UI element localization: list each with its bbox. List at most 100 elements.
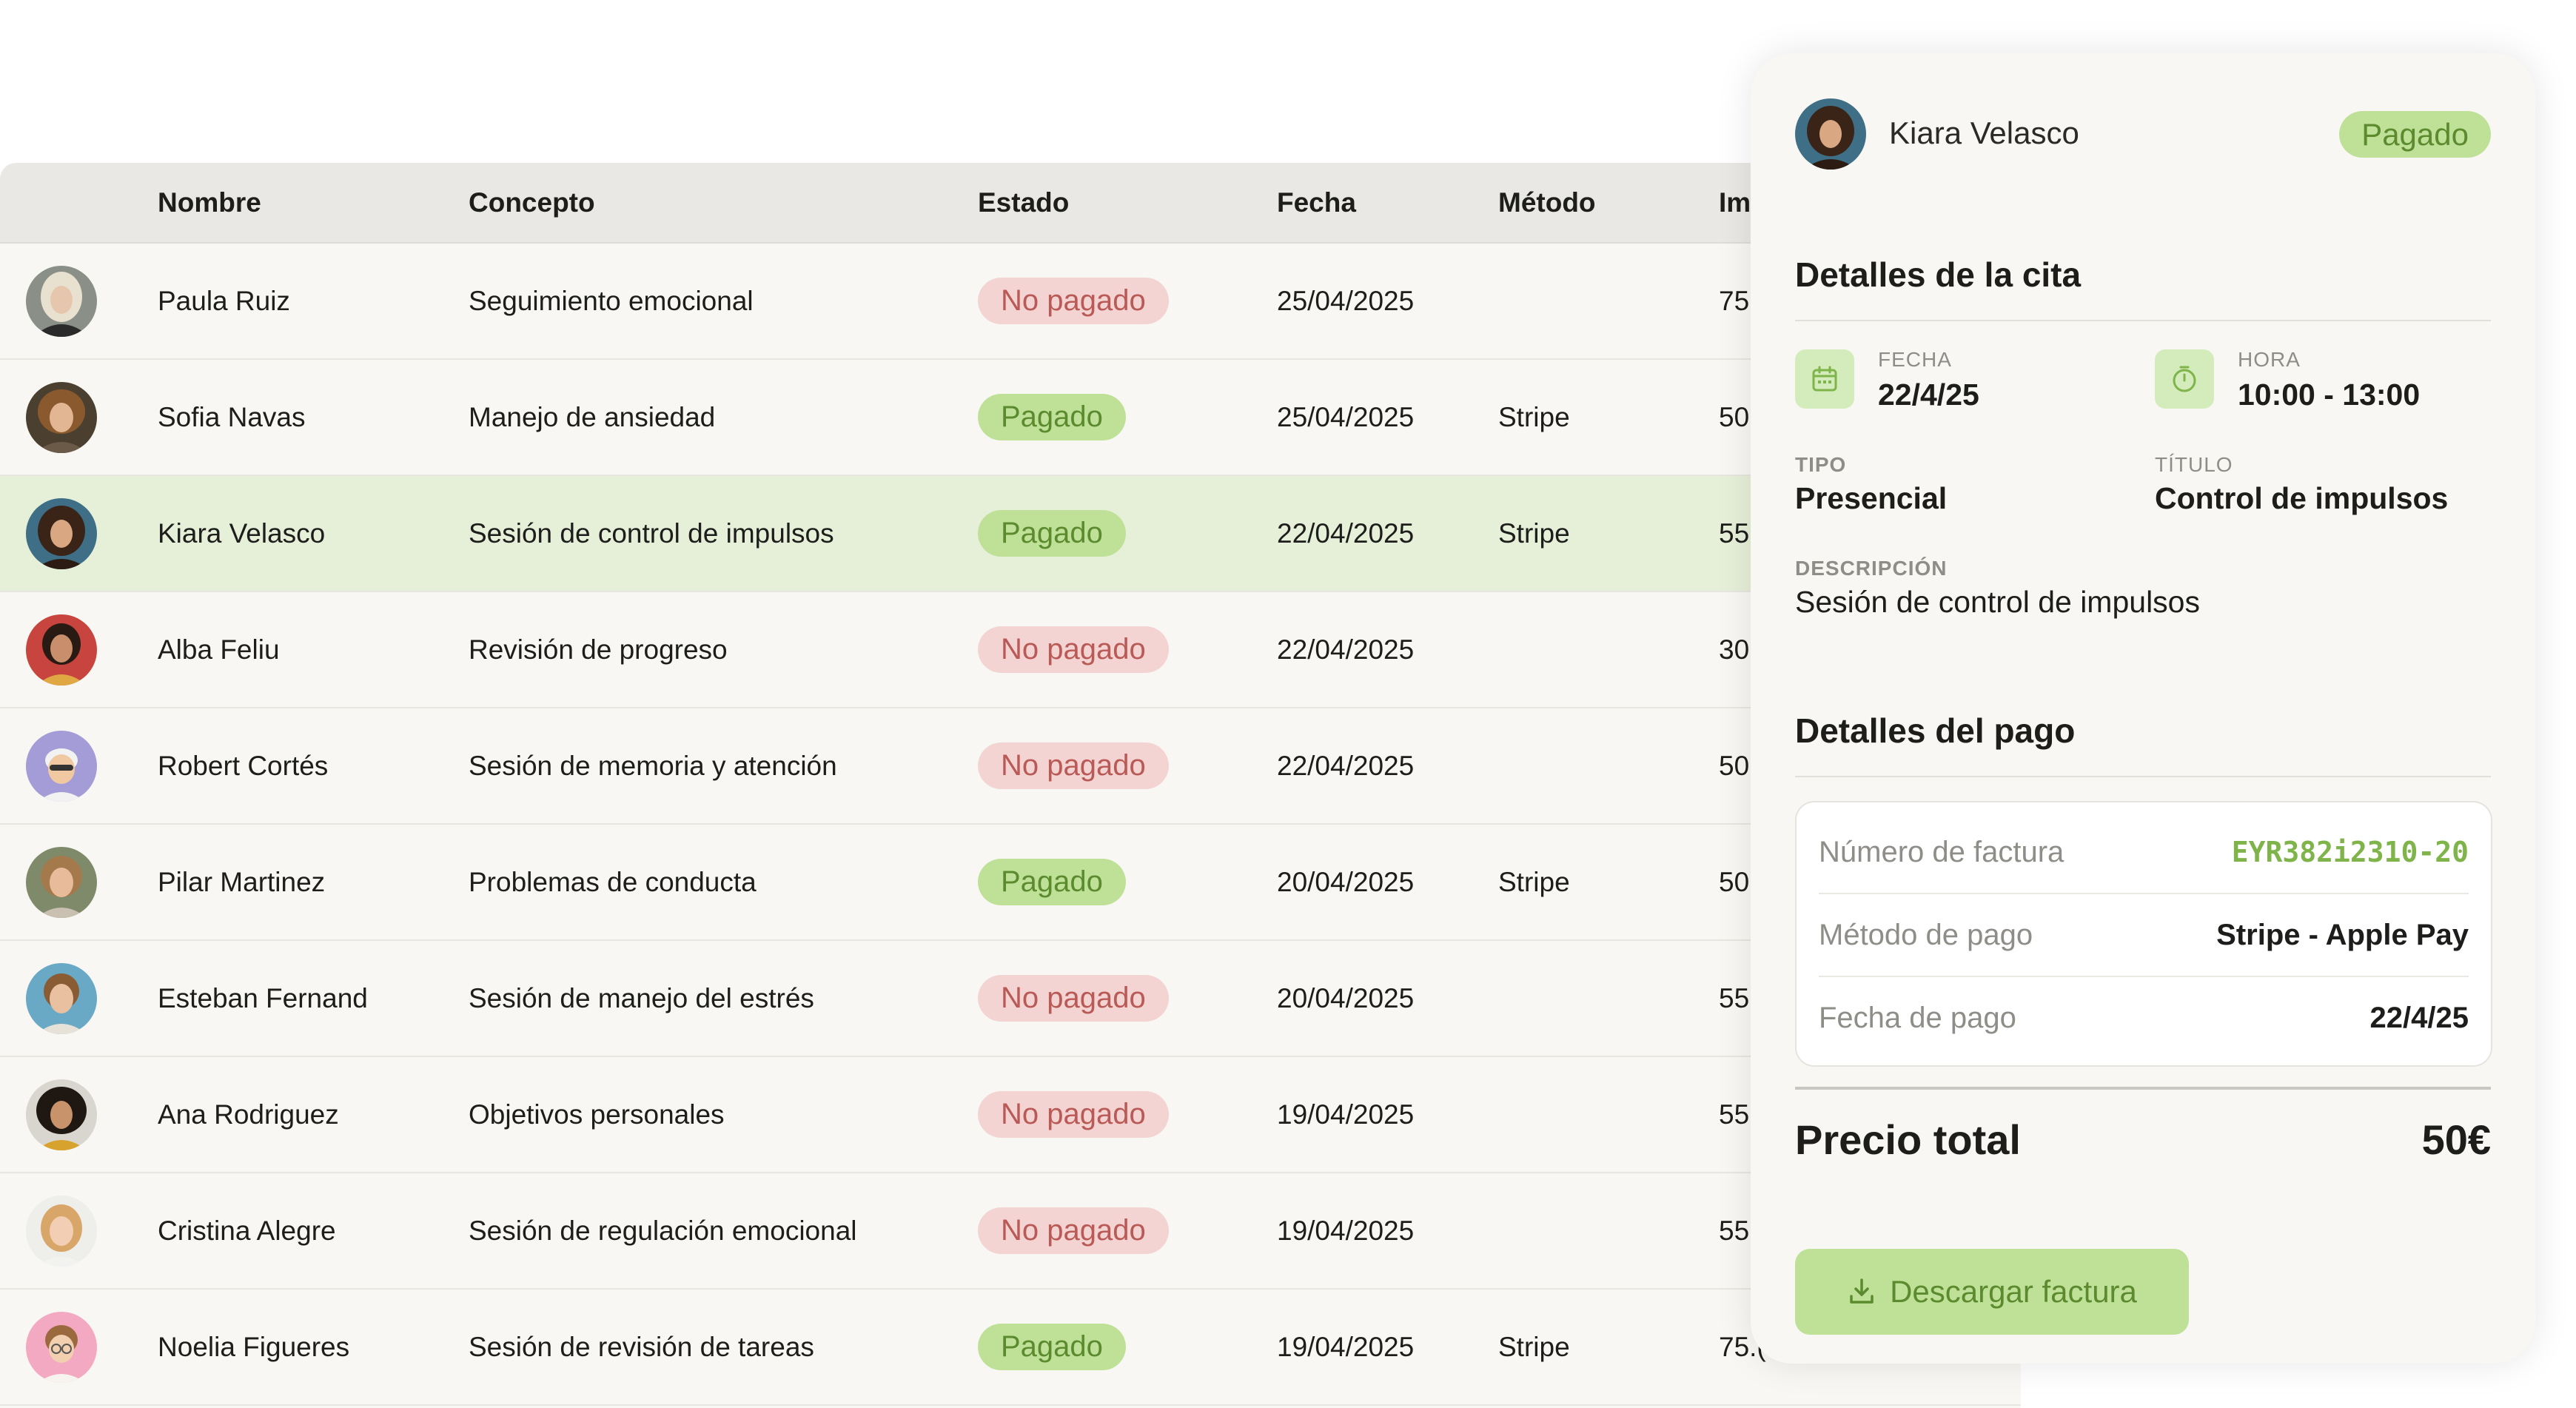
status-badge: No pagado <box>978 278 1169 324</box>
row-date: 19/04/2025 <box>1277 1216 1415 1246</box>
date-label: FECHA <box>1878 348 1952 371</box>
status-badge: Pagado <box>978 859 1126 905</box>
column-header-concept[interactable]: Concepto <box>469 163 595 242</box>
row-amount: 55 <box>1719 1216 1750 1246</box>
table-header: Nombre Concepto Estado Fecha Método Im <box>0 163 2021 244</box>
row-concept: Seguimiento emocional <box>469 286 754 316</box>
row-date: 25/04/2025 <box>1277 286 1415 316</box>
status-badge: No pagado <box>978 975 1169 1022</box>
table-row[interactable]: Robert Cortés Sesión de memoria y atenci… <box>0 708 2021 825</box>
row-name: Robert Cortés <box>158 751 329 781</box>
row-method: Stripe <box>1498 402 1570 432</box>
row-concept: Objetivos personales <box>469 1099 725 1130</box>
row-concept: Sesión de manejo del estrés <box>469 983 814 1013</box>
row-name: Cristina Alegre <box>158 1216 336 1246</box>
row-name: Sofia Navas <box>158 402 306 432</box>
column-header-date[interactable]: Fecha <box>1277 163 1356 242</box>
row-name: Alba Feliu <box>158 634 280 665</box>
description-label: DESCRIPCIÓN <box>1795 557 1948 580</box>
row-date: 22/04/2025 <box>1277 518 1415 549</box>
download-icon <box>1850 1278 1874 1304</box>
row-amount: 30 <box>1719 634 1750 665</box>
title-label: TÍTULO <box>2155 453 2233 476</box>
table-row[interactable]: Esteban Fernand Sesión de manejo del est… <box>0 941 2021 1057</box>
row-amount: 50 <box>1719 867 1750 897</box>
row-concept: Manejo de ansiedad <box>469 402 716 432</box>
divider <box>1795 320 2491 321</box>
download-invoice-button[interactable]: Descargar factura <box>1795 1249 2189 1335</box>
payment-date-value: 22/4/25 <box>2369 1002 2469 1034</box>
table-row[interactable]: Sofia Navas Manejo de ansiedad Pagado 25… <box>0 360 2021 476</box>
appointments-table: Nombre Concepto Estado Fecha Método Im P… <box>0 163 2021 1408</box>
table-row[interactable]: Alba Feliu Revisión de progreso No pagad… <box>0 592 2021 708</box>
table-row[interactable]: Noelia Figueres Sesión de revisión de ta… <box>0 1290 2021 1406</box>
status-badge: No pagado <box>978 742 1169 789</box>
patient-name: Kiara Velasco <box>1889 115 2079 150</box>
date-value: 22/4/25 <box>1878 378 1979 412</box>
status-badge: No pagado <box>978 626 1169 673</box>
row-date: 22/04/2025 <box>1277 751 1415 781</box>
table-row[interactable]: Paula Ruiz Seguimiento emocional No paga… <box>0 244 2021 360</box>
appointment-details-title: Detalles de la cita <box>1795 255 2082 294</box>
row-date: 19/04/2025 <box>1277 1332 1415 1362</box>
status-badge: Pagado <box>978 394 1126 440</box>
status-badge: Pagado <box>978 1324 1126 1370</box>
type-label: TIPO <box>1795 453 1847 476</box>
avatar <box>26 614 97 685</box>
timer-icon <box>2155 349 2214 409</box>
column-header-name[interactable]: Nombre <box>158 163 261 242</box>
payment-method-value: Stripe - Apple Pay <box>2216 919 2469 951</box>
row-name: Kiara Velasco <box>158 518 326 549</box>
row-name: Noelia Figueres <box>158 1332 350 1362</box>
table-row[interactable]: Ana Rodriguez Objetivos personales No pa… <box>0 1057 2021 1173</box>
avatar <box>26 1196 97 1267</box>
divider <box>1795 1087 2491 1090</box>
time-label: HORA <box>2238 348 2301 371</box>
avatar <box>26 498 97 569</box>
row-concept: Sesión de regulación emocional <box>469 1216 857 1246</box>
row-name: Pilar Martinez <box>158 867 326 897</box>
row-amount: 55 <box>1719 518 1750 549</box>
row-concept: Sesión de control de impulsos <box>469 518 834 549</box>
time-value: 10:00 - 13:00 <box>2238 378 2421 412</box>
row-concept: Sesión de revisión de tareas <box>469 1332 814 1362</box>
invoice-number-row: Número de factura EYR382i2310-20 <box>1819 811 2469 893</box>
avatar <box>26 963 97 1034</box>
table-row[interactable]: Pilar Martinez Problemas de conducta Pag… <box>0 825 2021 941</box>
row-name: Esteban Fernand <box>158 983 368 1013</box>
payment-details-box: Número de factura EYR382i2310-20 Método … <box>1795 801 2492 1067</box>
column-header-status[interactable]: Estado <box>978 163 1069 242</box>
row-date: 20/04/2025 <box>1277 867 1415 897</box>
table-row-selected[interactable]: Kiara Velasco Sesión de control de impul… <box>0 476 2021 592</box>
avatar <box>26 382 97 453</box>
type-value: Presencial <box>1795 481 1948 515</box>
column-header-method[interactable]: Método <box>1498 163 1596 242</box>
payment-method-row: Método de pago Stripe - Apple Pay <box>1819 894 2469 976</box>
calendar-icon <box>1795 349 1854 409</box>
total-price-label: Precio total <box>1795 1116 2021 1163</box>
avatar <box>26 266 97 337</box>
avatar <box>26 731 97 802</box>
row-concept: Sesión de memoria y atención <box>469 751 837 781</box>
avatar <box>26 847 97 918</box>
row-method: Stripe <box>1498 518 1570 549</box>
description-value: Sesión de control de impulsos <box>1795 585 2200 619</box>
row-amount: 50 <box>1719 751 1750 781</box>
total-price-value: 50€ <box>2421 1116 2491 1163</box>
avatar <box>26 1079 97 1150</box>
status-badge: No pagado <box>978 1091 1169 1138</box>
invoice-number-label: Número de factura <box>1819 836 2065 868</box>
status-badge: Pagado <box>978 510 1126 557</box>
status-badge: Pagado <box>2339 111 2491 158</box>
row-concept: Problemas de conducta <box>469 867 757 897</box>
payment-details-title: Detalles del pago <box>1795 711 2076 750</box>
invoice-number-value[interactable]: EYR382i2310-20 <box>2232 811 2469 893</box>
row-date: 22/04/2025 <box>1277 634 1415 665</box>
row-name: Paula Ruiz <box>158 286 290 316</box>
row-date: 20/04/2025 <box>1277 983 1415 1013</box>
avatar <box>26 1312 97 1383</box>
column-header-amount[interactable]: Im <box>1719 163 1751 242</box>
status-badge: No pagado <box>978 1207 1169 1254</box>
table-row[interactable]: Cristina Alegre Sesión de regulación emo… <box>0 1173 2021 1290</box>
download-invoice-label: Descargar factura <box>1890 1274 2137 1309</box>
